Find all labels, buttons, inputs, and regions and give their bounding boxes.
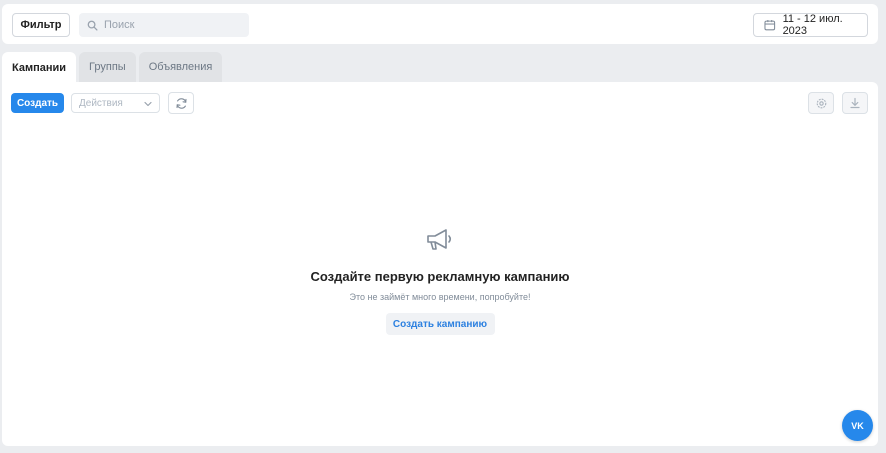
tab-ads[interactable]: Объявления bbox=[138, 52, 223, 82]
top-bar: Фильтр 11 - 12 июл. 2023 bbox=[2, 4, 878, 44]
search-icon bbox=[87, 20, 98, 31]
search-box[interactable] bbox=[79, 13, 249, 37]
campaigns-panel: Создать Действия Создайте первую рекламн… bbox=[2, 82, 878, 446]
vk-logo-icon: VK bbox=[851, 420, 864, 431]
calendar-icon bbox=[764, 19, 776, 31]
tab-campaigns[interactable]: Кампании bbox=[2, 52, 77, 83]
refresh-icon bbox=[175, 97, 187, 109]
tab-groups[interactable]: Группы bbox=[79, 52, 136, 82]
empty-state-title: Создайте первую рекламную кампанию bbox=[310, 269, 570, 284]
gear-icon bbox=[816, 98, 826, 108]
refresh-button[interactable] bbox=[168, 92, 194, 114]
tab-bar: Кампании Группы Объявления bbox=[2, 52, 223, 83]
date-range-label: 11 - 12 июл. 2023 bbox=[782, 13, 843, 37]
empty-state: Создайте первую рекламную кампанию Это н… bbox=[2, 227, 878, 335]
vk-chat-button[interactable]: VK bbox=[842, 410, 873, 441]
settings-button[interactable] bbox=[808, 92, 834, 114]
search-input[interactable] bbox=[102, 18, 242, 32]
date-range-picker[interactable]: 11 - 12 июл. 2023 bbox=[753, 13, 868, 37]
create-campaign-button[interactable]: Создать кампанию bbox=[385, 313, 495, 335]
create-button[interactable]: Создать bbox=[11, 93, 64, 113]
actions-select[interactable]: Действия bbox=[71, 93, 160, 113]
actions-select-label: Действия bbox=[79, 97, 123, 109]
megaphone-icon bbox=[427, 229, 452, 250]
chevron-down-icon bbox=[144, 101, 152, 107]
download-button[interactable] bbox=[842, 92, 868, 114]
empty-state-subtitle: Это не займёт много времени, попробуйте! bbox=[349, 292, 531, 302]
download-icon bbox=[850, 97, 860, 109]
filter-button[interactable]: Фильтр bbox=[12, 13, 70, 37]
